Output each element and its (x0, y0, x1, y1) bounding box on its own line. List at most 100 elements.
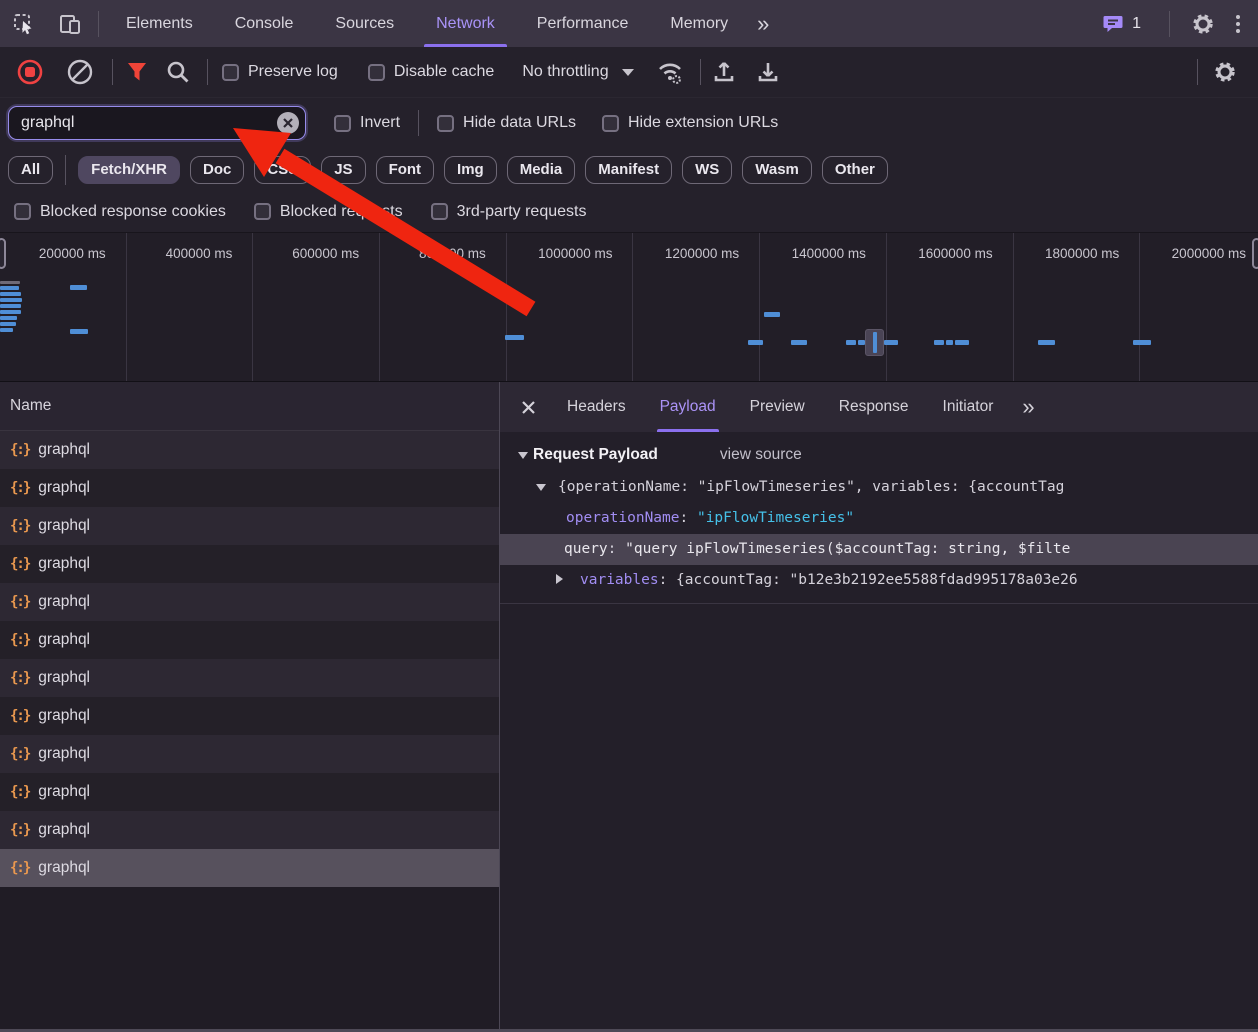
json-braces-icon: {:} (10, 670, 29, 686)
request-row[interactable]: {:}graphql (0, 697, 499, 735)
device-toolbar-icon[interactable] (58, 12, 84, 36)
waterfall-bar (955, 340, 969, 345)
chip-all[interactable]: All (8, 156, 53, 184)
json-entry-operationname[interactable]: operationName: "ipFlowTimeseries" (500, 503, 1258, 534)
request-row[interactable]: {:}graphql (0, 507, 499, 545)
request-row[interactable]: {:}graphql (0, 583, 499, 621)
preserve-log-label: Preserve log (248, 63, 338, 81)
network-settings-gear-icon[interactable] (1212, 59, 1238, 85)
timeline-selection-marker[interactable] (865, 329, 884, 356)
chip-wasm[interactable]: Wasm (742, 156, 812, 184)
export-har-icon[interactable] (755, 59, 781, 85)
menu-kebab-icon[interactable] (1230, 15, 1246, 33)
section-title: Request Payload (533, 446, 658, 464)
chip-font[interactable]: Font (376, 156, 434, 184)
tab-memory[interactable]: Memory (649, 0, 749, 47)
network-overview-timeline[interactable]: 200000 ms400000 ms600000 ms800000 ms1000… (0, 232, 1258, 382)
disable-cache-checkbox[interactable]: Disable cache (368, 63, 495, 81)
json-colon: : (659, 572, 676, 588)
search-icon[interactable] (165, 59, 191, 85)
blocked-requests-checkbox[interactable]: Blocked requests (254, 203, 403, 221)
request-row[interactable]: {:}graphql (0, 621, 499, 659)
json-root-row[interactable]: {operationName: "ipFlowTimeseries", vari… (500, 472, 1258, 503)
record-network-log-button[interactable] (16, 58, 44, 86)
hide-data-urls-checkbox[interactable]: Hide data URLs (437, 114, 576, 132)
name-column-header[interactable]: Name (0, 382, 499, 431)
json-colon: : (608, 541, 625, 557)
json-entry-variables[interactable]: variables: {accountTag: "b12e3b2192ee558… (500, 565, 1258, 596)
json-entry-query[interactable]: query: "query ipFlowTimeseries($accountT… (500, 534, 1258, 565)
divider (1169, 11, 1170, 37)
json-braces-icon: {:} (10, 442, 29, 458)
timeline-tick: 1400000 ms (760, 233, 887, 381)
chip-other[interactable]: Other (822, 156, 888, 184)
waterfall-bar (1038, 340, 1055, 345)
checkbox-box (222, 64, 239, 81)
details-tab-response[interactable]: Response (822, 382, 926, 432)
settings-gear-icon[interactable] (1190, 11, 1216, 37)
chip-css[interactable]: CSS (254, 156, 311, 184)
expand-triangle-icon (556, 574, 563, 584)
waterfall-bar (946, 340, 953, 345)
clear-network-log-icon[interactable] (66, 58, 94, 86)
invert-checkbox[interactable]: Invert (334, 114, 400, 132)
view-source-link[interactable]: view source (720, 446, 802, 464)
chip-js[interactable]: JS (321, 156, 365, 184)
chip-doc[interactable]: Doc (190, 156, 244, 184)
waterfall-bar (0, 328, 13, 332)
tab-sources[interactable]: Sources (314, 0, 415, 47)
waterfall-bar (934, 340, 944, 345)
tab-elements[interactable]: Elements (105, 0, 214, 47)
issues-button[interactable]: 1 (1103, 14, 1141, 34)
hide-extension-urls-checkbox[interactable]: Hide extension URLs (602, 114, 778, 132)
network-conditions-icon[interactable] (656, 59, 684, 85)
close-details-icon[interactable] (506, 400, 550, 415)
chip-media[interactable]: Media (507, 156, 576, 184)
details-tab-initiator[interactable]: Initiator (926, 382, 1011, 432)
details-tab-payload[interactable]: Payload (643, 382, 733, 432)
request-row[interactable]: {:}graphql (0, 469, 499, 507)
timeline-tick: 1800000 ms (1014, 233, 1141, 381)
request-row[interactable]: {:}graphql (0, 735, 499, 773)
more-panels-button[interactable]: » (749, 0, 777, 47)
chip-ws[interactable]: WS (682, 156, 732, 184)
chip-manifest[interactable]: Manifest (585, 156, 672, 184)
issues-count: 1 (1132, 15, 1141, 33)
clear-filter-icon[interactable] (277, 112, 299, 134)
inspect-element-icon[interactable] (12, 12, 36, 36)
request-row[interactable]: {:}graphql (0, 849, 499, 887)
waterfall-bar (70, 329, 88, 334)
details-tab-preview[interactable]: Preview (733, 382, 822, 432)
import-har-icon[interactable] (711, 59, 737, 85)
tab-console[interactable]: Console (214, 0, 315, 47)
more-details-tabs-button[interactable]: » (1010, 382, 1046, 432)
json-value: "ipFlowTimeseries" (697, 510, 854, 526)
waterfall-bar (764, 312, 780, 317)
blocked-response-cookies-checkbox[interactable]: Blocked response cookies (14, 203, 226, 221)
json-braces-icon: {:} (10, 860, 29, 876)
waterfall-bar (0, 292, 21, 296)
tab-network[interactable]: Network (415, 0, 516, 47)
request-row[interactable]: {:}graphql (0, 545, 499, 583)
filter-input[interactable] (8, 106, 306, 140)
tab-performance[interactable]: Performance (516, 0, 650, 47)
request-row[interactable]: {:}graphql (0, 659, 499, 697)
request-row[interactable]: {:}graphql (0, 431, 499, 469)
filter-icon[interactable] (125, 60, 149, 84)
network-toolbar: Preserve log Disable cache No throttling (0, 47, 1258, 98)
waterfall-bar (0, 310, 21, 314)
waterfall-bar (0, 286, 19, 290)
overview-right-handle[interactable] (1252, 238, 1258, 269)
throttling-select[interactable]: No throttling (522, 63, 633, 81)
3rd-party-requests-checkbox[interactable]: 3rd-party requests (431, 203, 587, 221)
chip-img[interactable]: Img (444, 156, 497, 184)
request-payload-section-header[interactable]: Request Payload view source (500, 442, 1258, 472)
details-tab-headers[interactable]: Headers (550, 382, 643, 432)
chip-fetch-xhr[interactable]: Fetch/XHR (78, 156, 180, 184)
request-row[interactable]: {:}graphql (0, 811, 499, 849)
preserve-log-checkbox[interactable]: Preserve log (222, 63, 338, 81)
request-row[interactable]: {:}graphql (0, 773, 499, 811)
overview-left-handle[interactable] (0, 238, 6, 269)
json-value: "query ipFlowTimeseries($accountTag: str… (625, 541, 1070, 557)
request-rows: {:}graphql{:}graphql{:}graphql{:}graphql… (0, 431, 499, 887)
